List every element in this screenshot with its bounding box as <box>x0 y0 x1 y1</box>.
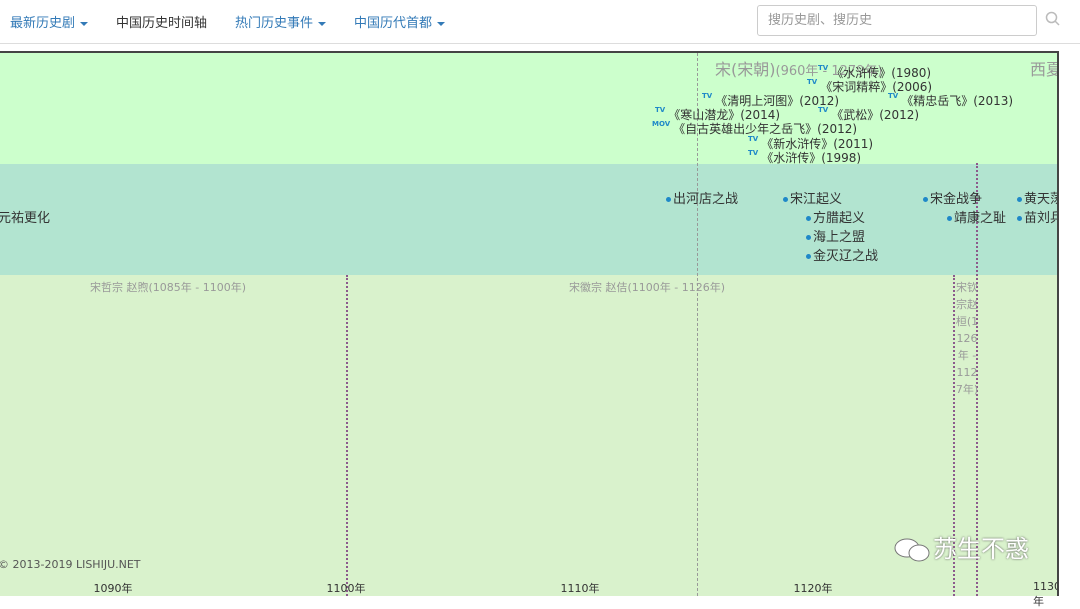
nav-hot-events[interactable]: 热门历史事件 <box>235 12 327 31</box>
event-item[interactable]: 金灭辽之战 <box>806 245 878 264</box>
event-item[interactable]: 宋江起义 <box>783 188 842 207</box>
event-band <box>0 164 1057 275</box>
copyright: © 2013-2019 LISHIJU.NET <box>0 558 141 571</box>
top-nav: 最新历史剧 中国历史时间轴 热门历史事件 中国历代首都 <box>0 0 1080 44</box>
event-item[interactable]: 黄天荡 <box>1017 188 1057 207</box>
axis-tick: 1120年 <box>793 582 833 595</box>
caret-down-icon <box>437 21 446 26</box>
axis-tick: 1100年 <box>326 582 366 595</box>
dynasty-label-next[interactable]: 西夏 <box>1030 56 1057 80</box>
axis-tick: 1130年 <box>1033 580 1059 608</box>
event-item[interactable]: 靖康之耻 <box>947 207 1006 226</box>
nav-label: 中国历代首都 <box>354 16 433 31</box>
reign-label[interactable]: 宋哲宗 赵煦(1085年 - 1100年) <box>90 279 246 295</box>
search-input[interactable] <box>757 5 1037 36</box>
timeline-panel[interactable]: 宋(宋朝)(960年 - 1279年) 西夏 TV 《水浒传》(1980) TV 《… <box>0 51 1059 608</box>
event-item[interactable]: 元祐更化 <box>0 207 50 226</box>
caret-down-icon <box>318 21 327 26</box>
wechat-icon <box>894 538 930 562</box>
reign-label[interactable]: 宋徽宗 赵佶(1100年 - 1126年) <box>569 279 725 295</box>
event-item[interactable]: 宋金战争 <box>923 188 982 207</box>
search-icon[interactable] <box>1045 11 1061 27</box>
reign-label[interactable]: 宋钦宗赵桓(1126年 - 1127年) <box>955 279 979 398</box>
caret-down-icon <box>80 21 89 26</box>
nav-latest-dramas[interactable]: 最新历史剧 <box>10 12 89 31</box>
event-item[interactable]: 海上之盟 <box>806 226 865 245</box>
drama-item[interactable]: TV 《水浒传》(1998) <box>748 149 861 166</box>
event-item[interactable]: 出河店之战 <box>666 188 738 207</box>
nav-label: 最新历史剧 <box>10 16 76 31</box>
event-item[interactable]: 方腊起义 <box>806 207 865 226</box>
axis-tick: 1090年 <box>93 582 133 595</box>
reign-divider <box>346 275 348 596</box>
nav-capitals[interactable]: 中国历代首都 <box>354 12 446 31</box>
axis-tick: 1110年 <box>560 582 600 595</box>
event-item[interactable]: 苗刘兵 <box>1017 207 1057 226</box>
nav-timeline[interactable]: 中国历史时间轴 <box>116 12 207 31</box>
watermark: 苏生不惑 <box>893 529 1029 564</box>
nav-label: 热门历史事件 <box>235 16 314 31</box>
